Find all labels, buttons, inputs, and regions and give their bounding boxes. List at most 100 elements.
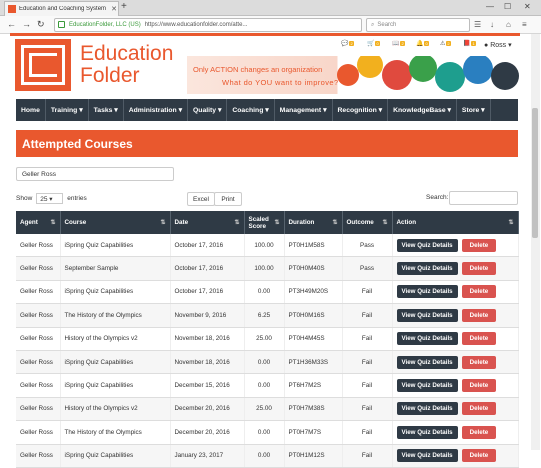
bookmarks-icon[interactable]: ☰ <box>474 20 481 29</box>
date-cell: November 18, 2016 <box>170 350 245 375</box>
logo-mark[interactable] <box>15 39 71 91</box>
outcome-cell: Fail <box>342 397 393 422</box>
date-cell: November 18, 2016 <box>170 327 245 351</box>
view-quiz-details-button[interactable]: View Quiz Details <box>396 285 458 299</box>
menu-home[interactable]: Home <box>16 99 46 121</box>
column-header-duration[interactable]: Duration ⇅ <box>284 211 343 234</box>
score-cell: 0.00 <box>244 280 285 305</box>
maximize-icon[interactable]: ☐ <box>504 2 511 11</box>
menu-tasks[interactable]: Tasks ▾ <box>89 99 124 121</box>
entries-select[interactable]: 25 ▾ <box>36 193 64 204</box>
column-header-score[interactable]: Scaled Score ⇅ <box>244 211 285 234</box>
delete-button[interactable]: Delete <box>461 425 497 439</box>
forward-icon[interactable]: → <box>22 19 31 29</box>
menu-administration[interactable]: Administration ▾ <box>124 99 189 121</box>
table-row: Geller Ross iSpring Quiz Capabilities Octo… <box>16 234 519 258</box>
reload-icon[interactable]: ↻ <box>37 19 45 30</box>
new-tab-icon[interactable]: + <box>121 1 127 12</box>
action-cell: View Quiz Details Delete <box>392 280 519 305</box>
scrollbar-thumb[interactable] <box>532 108 538 238</box>
minimize-icon[interactable]: — <box>486 2 494 11</box>
agent-cell: Geller Ross <box>16 303 61 328</box>
menu-knowledgebase[interactable]: KnowledgeBase ▾ <box>388 99 457 121</box>
course-cell: The History of the Olympics <box>60 420 171 445</box>
duration-cell: PT1H36M33S <box>284 350 343 375</box>
excel-button[interactable]: Excel <box>187 192 215 206</box>
lock-icon <box>58 21 65 28</box>
menu-quality[interactable]: Quality ▾ <box>188 99 228 121</box>
view-quiz-details-button[interactable]: View Quiz Details <box>396 262 458 276</box>
cart-icon[interactable]: 🛒 0 <box>367 40 380 47</box>
agent-cell: Geller Ross <box>16 327 61 351</box>
agent-filter-input[interactable]: Geller Ross <box>16 167 174 181</box>
table-search-input[interactable] <box>449 191 518 205</box>
sort-icon: ⇅ <box>508 220 514 226</box>
view-quiz-details-button[interactable]: View Quiz Details <box>396 402 458 416</box>
page-scrollbar[interactable] <box>531 34 540 450</box>
idea-bubble-icon <box>409 56 437 82</box>
delete-button[interactable]: Delete <box>461 262 497 276</box>
table-row: Geller Ross iSpring Quiz Capabilities Dece… <box>16 373 519 398</box>
browser-tab[interactable]: Education and Coaching System ✕ <box>4 1 119 16</box>
table-row: Geller Ross History of the Olympics v2 Dec… <box>16 397 519 422</box>
agent-cell: Geller Ross <box>16 256 61 281</box>
delete-button[interactable]: Delete <box>461 379 497 393</box>
course-cell: iSpring Quiz Capabilities <box>60 280 171 305</box>
delete-button[interactable]: Delete <box>461 355 497 369</box>
score-cell: 0.00 <box>244 444 285 468</box>
column-header-action[interactable]: Action ⇅ <box>392 211 519 234</box>
user-menu[interactable]: ● Ross ▾ <box>484 41 512 49</box>
course-cell: September Sample <box>60 256 171 281</box>
date-cell: October 17, 2016 <box>170 234 245 258</box>
date-cell: December 20, 2016 <box>170 397 245 422</box>
close-tab-icon[interactable]: ✕ <box>110 5 118 13</box>
column-header-date[interactable]: Date ⇅ <box>170 211 245 234</box>
home-icon[interactable]: ⌂ <box>506 20 511 29</box>
view-quiz-details-button[interactable]: View Quiz Details <box>396 379 458 393</box>
url-text: https://www.educationfolder.com/atte... <box>144 22 248 28</box>
menu-icon[interactable]: ≡ <box>522 20 527 29</box>
date-cell: October 17, 2016 <box>170 256 245 281</box>
back-icon[interactable]: ← <box>7 19 16 29</box>
delete-button[interactable]: Delete <box>461 449 497 463</box>
browser-tab-bar: Education and Coaching System ✕ + — ☐ ✕ <box>0 0 541 16</box>
menu-coaching[interactable]: Coaching ▾ <box>227 99 275 121</box>
bell-icon[interactable]: 🔔 0 <box>416 40 429 47</box>
column-header-outcome[interactable]: Outcome ⇅ <box>342 211 393 234</box>
comment-icon[interactable]: 💬 2 <box>341 40 354 47</box>
column-header-agent[interactable]: Agent ⇅ <box>16 211 61 234</box>
logo-text[interactable]: Education Folder <box>80 43 173 87</box>
menu-store[interactable]: Store ▾ <box>457 99 491 121</box>
book-icon[interactable]: 📖 2 <box>392 40 405 47</box>
action-cell: View Quiz Details Delete <box>392 256 519 281</box>
delete-button[interactable]: Delete <box>461 285 497 299</box>
delete-button[interactable]: Delete <box>461 238 497 252</box>
view-quiz-details-button[interactable]: View Quiz Details <box>396 332 458 346</box>
menu-recognition[interactable]: Recognition ▾ <box>333 99 389 121</box>
view-quiz-details-button[interactable]: View Quiz Details <box>396 425 458 439</box>
close-window-icon[interactable]: ✕ <box>524 2 531 11</box>
agent-cell: Geller Ross <box>16 444 61 468</box>
delete-button[interactable]: Delete <box>461 332 497 346</box>
sort-icon: ⇅ <box>274 220 280 226</box>
warning-icon[interactable]: ⚠ 2 <box>440 40 451 47</box>
menu-training[interactable]: Training ▾ <box>46 99 89 121</box>
column-header-course[interactable]: Course ⇅ <box>60 211 171 234</box>
sort-icon: ⇅ <box>332 220 338 226</box>
print-button[interactable]: Print <box>214 192 242 206</box>
course-cell: History of the Olympics v2 <box>60 327 171 351</box>
view-quiz-details-button[interactable]: View Quiz Details <box>396 308 458 322</box>
book-icon[interactable]: 📕 1 <box>463 40 476 47</box>
sort-icon: ⇅ <box>382 220 388 226</box>
delete-button[interactable]: Delete <box>461 402 497 416</box>
view-quiz-details-button[interactable]: View Quiz Details <box>396 238 458 252</box>
view-quiz-details-button[interactable]: View Quiz Details <box>396 355 458 369</box>
browser-search-input[interactable]: ⌕ Search <box>366 18 470 32</box>
menu-management[interactable]: Management ▾ <box>275 99 333 121</box>
address-bar[interactable]: EducationFolder, LLC (US) https://www.ed… <box>54 18 362 32</box>
duration-cell: PT0H4M45S <box>284 327 343 351</box>
view-quiz-details-button[interactable]: View Quiz Details <box>396 449 458 463</box>
delete-button[interactable]: Delete <box>461 308 497 322</box>
search-label: Search: <box>426 194 449 201</box>
downloads-icon[interactable]: ↓ <box>490 20 494 29</box>
